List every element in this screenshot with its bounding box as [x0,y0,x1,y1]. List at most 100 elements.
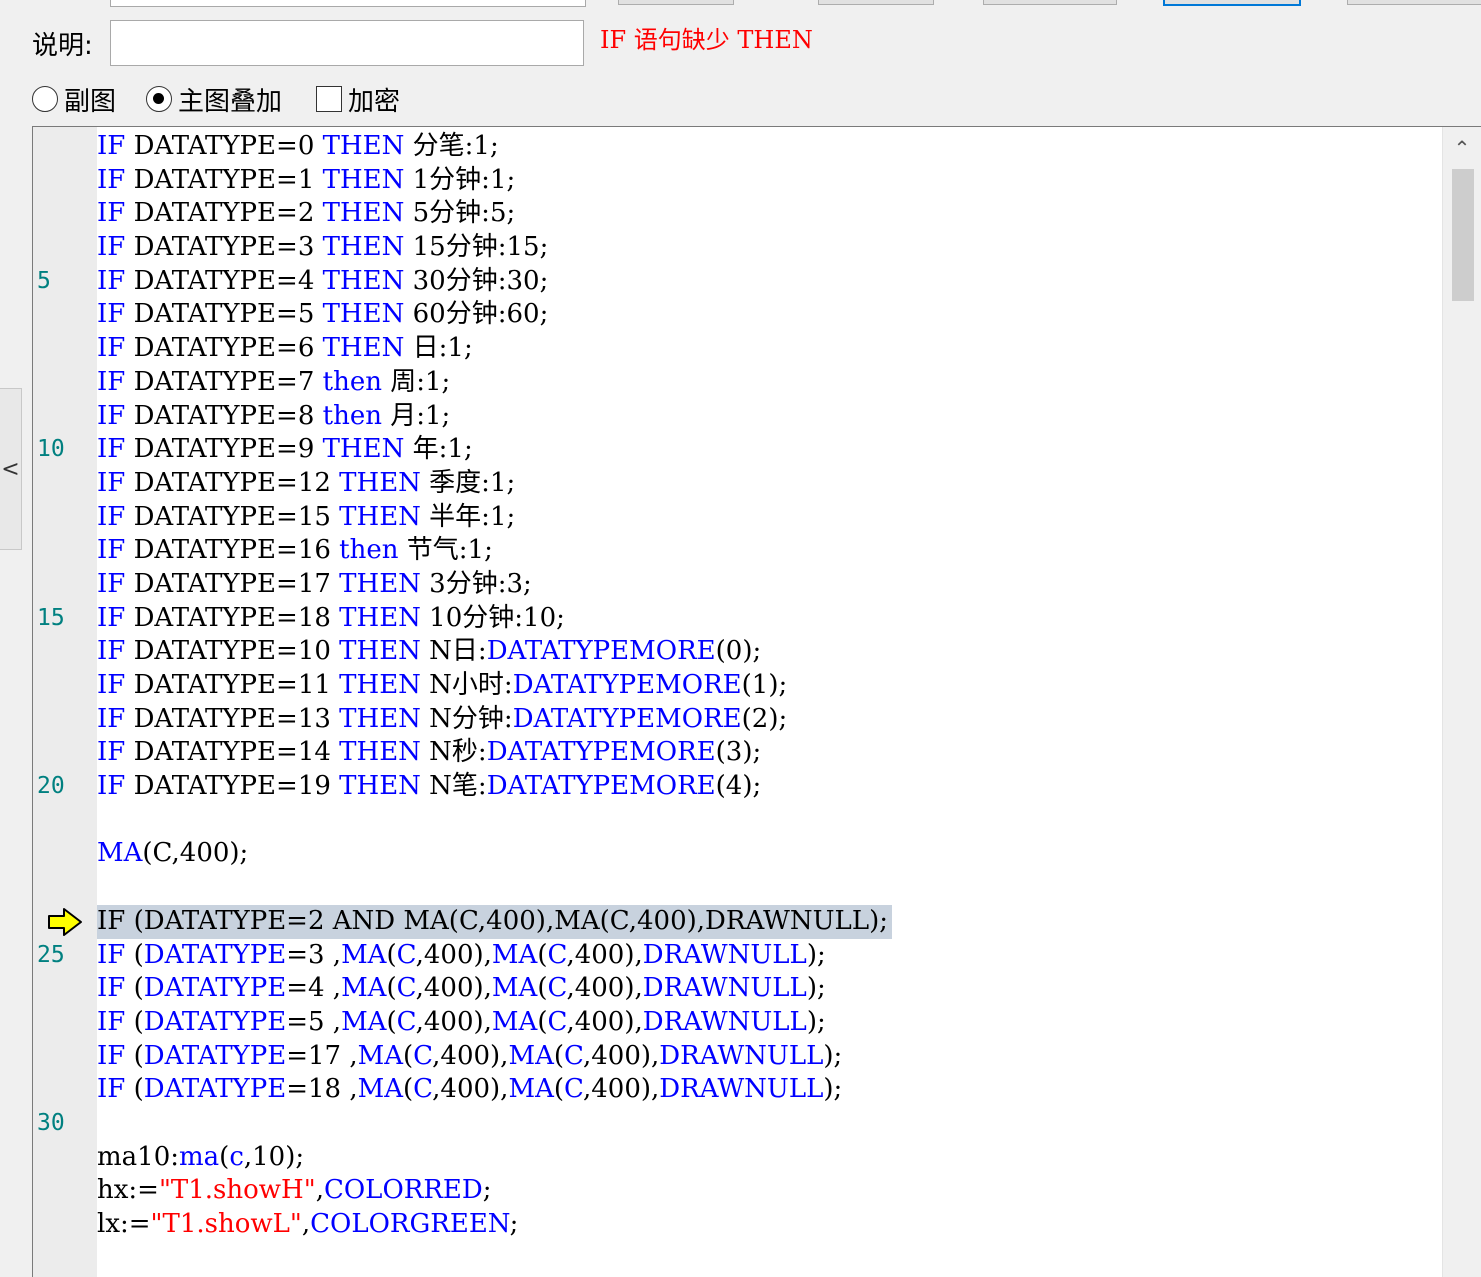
code-token: ( [403,1040,414,1071]
code-line[interactable]: IF (DATATYPE=2 AND MA(C,400),MA(C,400),D… [33,904,1443,939]
code-line[interactable]: lx:="T1.showL",COLORGREEN; [33,1208,1443,1242]
top-button-4[interactable] [1163,0,1301,6]
code-line[interactable] [33,804,1443,838]
function-token: DRAWNULL [642,939,807,970]
radio-overlay[interactable]: 主图叠加 [146,80,282,118]
checkbox-encrypt-box[interactable] [316,86,342,112]
function-token: DATATYPE [143,973,287,1004]
code-line[interactable]: ma10:ma(c,10); [33,1141,1443,1175]
code-token: N秒: [420,737,487,768]
code-token: ( [386,1006,397,1037]
top-button-5[interactable] [1347,0,1481,5]
code-line[interactable] [33,871,1443,905]
collapse-panel-button[interactable]: < [0,388,22,550]
code-token: ,400), [415,1006,492,1037]
vertical-scrollbar[interactable]: ⌃ [1442,127,1481,1277]
code-token: DATATYPE=19 [125,771,340,802]
code-line[interactable]: IF DATATYPE=7 then 周:1; [33,366,1443,400]
formula-name-input[interactable] [110,0,586,7]
function-token: C [396,973,416,1004]
code-token: 3分钟:3; [420,568,532,599]
code-line[interactable]: 10 IF DATATYPE=9 THEN 年:1; [33,433,1443,467]
code-line[interactable]: IF DATATYPE=13 THEN N分钟:DATATYPEMORE(2); [33,703,1443,737]
code-line[interactable]: 15 IF DATATYPE=18 THEN 10分钟:10; [33,602,1443,636]
code-line[interactable]: IF DATATYPE=11 THEN N小时:DATATYPEMORE(1); [33,669,1443,703]
code-line[interactable]: IF DATATYPE=3 THEN 15分钟:15; [33,231,1443,265]
code-line[interactable]: IF DATATYPE=6 THEN 日:1; [33,332,1443,366]
code-token: 10分钟:10; [420,602,565,633]
keyword-token: IF [97,333,126,364]
code-text: IF (DATATYPE=18 ,MA(C,400),MA(C,400),DRA… [97,1073,842,1107]
keyword-token: IF [97,131,126,161]
function-token: C [547,1006,567,1037]
scroll-up-button[interactable]: ⌃ [1443,133,1481,163]
keyword-token: IF [97,1006,126,1037]
code-token: (3); [715,737,762,768]
radio-subchart-label: 副图 [64,86,117,117]
keyword-token: IF [97,703,126,734]
description-label: 说明: [32,31,93,61]
code-token: ,400), [566,1006,643,1037]
code-line[interactable]: IF DATATYPE=5 THEN 60分钟:60; [33,298,1443,332]
code-line[interactable]: 5 IF DATATYPE=4 THEN 30分钟:30; [33,265,1443,299]
keyword-token: IF [97,400,126,431]
code-token: N笔: [420,771,487,802]
radio-subchart-circle[interactable] [32,86,58,112]
code-token: DATATYPE=16 [125,535,340,566]
top-button-2[interactable] [818,0,934,5]
code-line[interactable]: IF DATATYPE=1 THEN 1分钟:1; [33,164,1443,198]
checkbox-encrypt[interactable]: 加密 [316,80,400,118]
code-line[interactable]: IF (DATATYPE=18 ,MA(C,400),MA(C,400),DRA… [33,1073,1443,1107]
code-line[interactable]: IF (DATATYPE=4 ,MA(C,400),MA(C,400),DRAW… [33,972,1443,1006]
function-token: C [413,1074,433,1105]
code-token: DATATYPE=4 [125,265,323,296]
code-token: ,400), [415,973,492,1004]
function-token: MA [491,939,538,970]
function-token: MA [357,1074,404,1105]
code-token: IF (DATATYPE=2 AND MA(C,400),MA(C,400),D… [97,905,888,936]
code-line[interactable]: hx:="T1.showH",COLORRED; [33,1174,1443,1208]
code-text: IF (DATATYPE=5 ,MA(C,400),MA(C,400),DRAW… [97,1006,826,1040]
code-line[interactable]: IF DATATYPE=15 THEN 半年:1; [33,501,1443,535]
code-editor[interactable]: IF DATATYPE=0 THEN 分笔:1; IF DATATYPE=1 TH… [32,126,1481,1277]
code-line[interactable]: MA(C,400); [33,837,1443,871]
radio-overlay-circle[interactable] [146,86,172,112]
code-line[interactable]: IF DATATYPE=10 THEN N日:DATATYPEMORE(0); [33,635,1443,669]
code-token: ); [806,939,826,970]
code-text: IF DATATYPE=13 THEN N分钟:DATATYPEMORE(2); [97,703,787,737]
scroll-thumb[interactable] [1452,169,1474,301]
keyword-token: IF [97,568,126,599]
code-token: ( [125,1006,144,1037]
code-line[interactable]: 30 [33,1107,1443,1141]
top-button-1[interactable] [618,0,734,5]
keyword-token: THEN [322,333,405,364]
keyword-token: THEN [339,568,421,599]
code-line[interactable]: IF DATATYPE=12 THEN 季度:1; [33,467,1443,501]
code-line[interactable]: IF DATATYPE=2 THEN 5分钟:5; [33,197,1443,231]
code-line[interactable]: IF DATATYPE=8 then 月:1; [33,400,1443,434]
radio-subchart[interactable]: 副图 [32,80,116,118]
function-token: C [396,939,416,970]
code-token: DATATYPE=2 [125,198,323,229]
keyword-token: then [339,535,399,566]
code-text: IF DATATYPE=15 THEN 半年:1; [97,501,515,535]
code-token: N分钟: [420,703,513,734]
function-token: C [396,1006,416,1037]
code-line[interactable]: IF DATATYPE=17 THEN 3分钟:3; [33,568,1443,602]
description-input[interactable] [110,20,584,66]
code-line[interactable]: 20 IF DATATYPE=19 THEN N笔:DATATYPEMORE(4)… [33,770,1443,804]
code-token: =17 , [286,1040,358,1071]
function-token: MA [341,939,387,970]
code-line[interactable]: IF (DATATYPE=17 ,MA(C,400),MA(C,400),DRA… [33,1040,1443,1074]
code-line[interactable]: IF DATATYPE=16 then 节气:1; [33,534,1443,568]
top-button-3[interactable] [983,0,1117,5]
code-line[interactable]: IF DATATYPE=0 THEN 分笔:1; [33,130,1443,164]
code-token: DATATYPE=7 [125,366,323,397]
function-token: DRAWNULL [642,973,807,1004]
code-token: ( [125,939,144,970]
code-line[interactable]: IF DATATYPE=14 THEN N秒:DATATYPEMORE(3); [33,736,1443,770]
code-token: ( [386,939,397,970]
code-line[interactable]: 25 IF (DATATYPE=3 ,MA(C,400),MA(C,400),DR… [33,939,1443,973]
code-line[interactable]: IF (DATATYPE=5 ,MA(C,400),MA(C,400),DRAW… [33,1006,1443,1040]
keyword-token: IF [97,602,126,633]
